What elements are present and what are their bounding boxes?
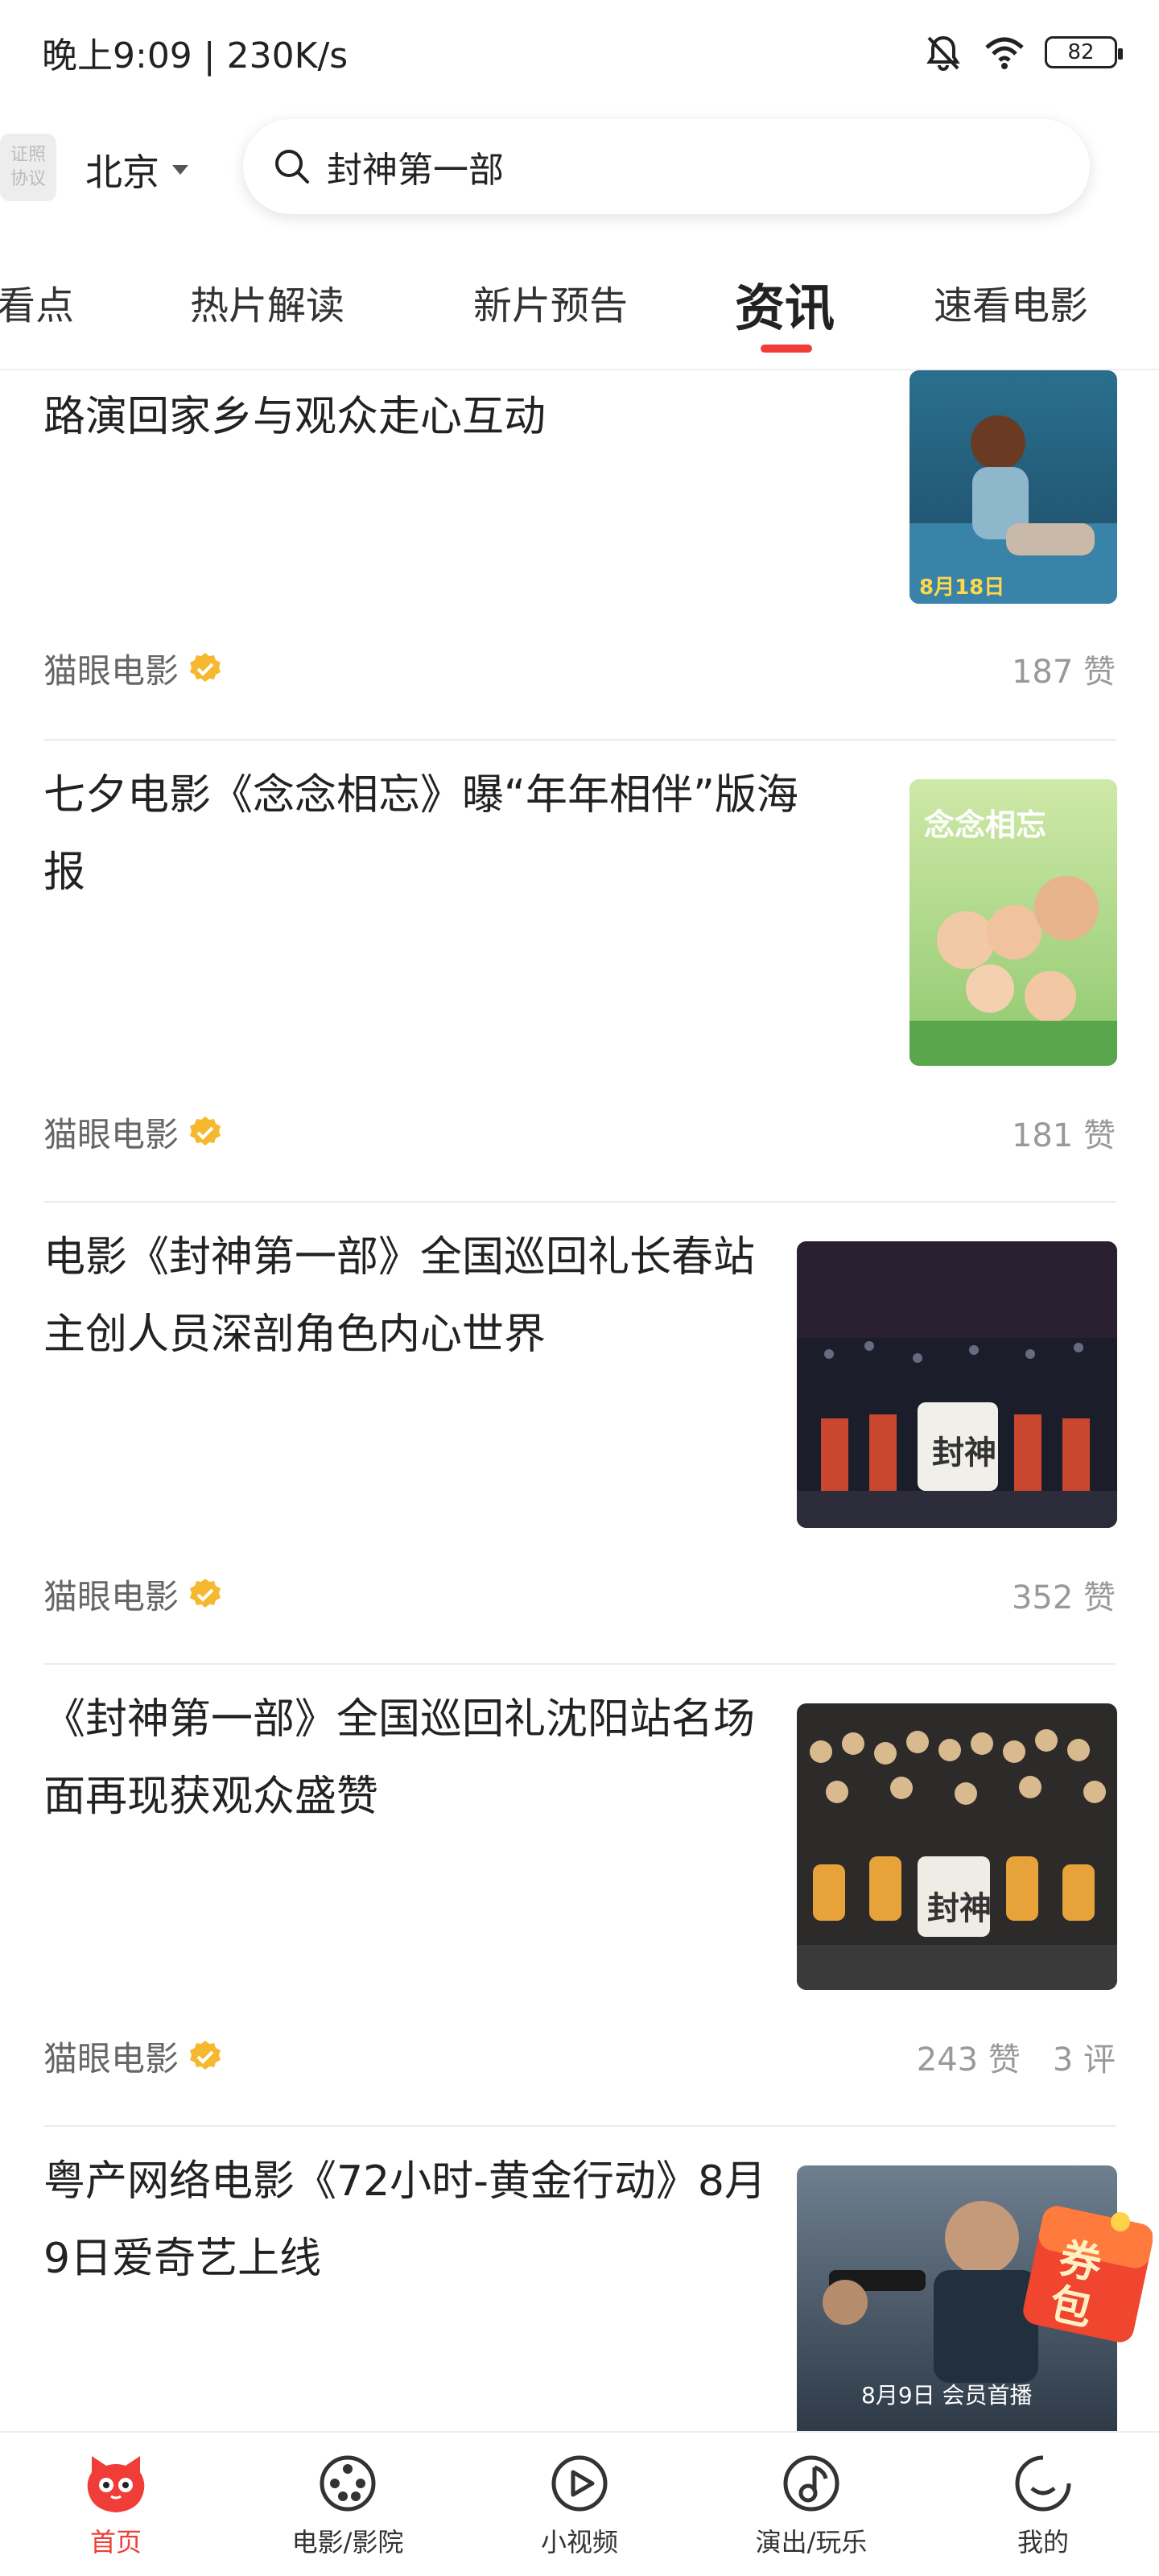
tab-new-trailers[interactable]: 新片预告 (473, 274, 628, 330)
active-tab-indicator (761, 345, 812, 353)
coupon-pack-button[interactable]: 券包 (1016, 2190, 1153, 2343)
source-name: 猫眼电影 (43, 2039, 179, 2079)
news-stats: 243 赞 3 评 (917, 2033, 1116, 2080)
nav-profile[interactable]: 我的 (927, 2433, 1159, 2576)
news-thumbnail: 8月18日 (909, 370, 1117, 604)
news-title: 路演回家乡与观众走心互动 (43, 393, 547, 441)
like-count: 243 赞 (916, 2041, 1021, 2079)
news-source: 猫眼电影 (43, 2032, 224, 2081)
cat-face-icon (87, 2456, 145, 2512)
like-count: 352 赞 (1011, 1579, 1116, 1616)
city-selector[interactable]: 北京 (85, 143, 188, 196)
badge-line-2: 协议 (10, 169, 46, 189)
news-feed[interactable]: 路演回家乡与观众走心互动 8月18日 猫眼电影 187 赞 七夕电影《念念相忘》… (0, 370, 1159, 2431)
news-thumbnail: 念念相忘 (909, 779, 1117, 1066)
search-header: 证照 协议 北京 封神第一部 (0, 105, 1159, 233)
license-agreement-badge[interactable]: 证照 协议 (0, 134, 56, 201)
city-name: 北京 (85, 151, 159, 194)
news-title: 七夕电影《念念相忘》曝“年年相伴”版海报 (43, 771, 798, 897)
nav-short-video[interactable]: 小视频 (464, 2433, 695, 2576)
list-item[interactable]: 《封神第一部》全国巡回礼沈阳站名场面再现获观众盛赞 封神 猫眼电影 243 赞 … (43, 1665, 1117, 2125)
nav-label: 首页 (89, 2527, 142, 2557)
profile-circle-icon (1015, 2455, 1071, 2512)
status-bar: 晚上9:09 | 230K/s 82 (0, 0, 1159, 105)
news-stats: 352 赞 (1012, 1571, 1116, 1618)
thumbnail-caption: 8月9日 会员首播 (861, 2382, 1033, 2409)
mute-bell-icon (926, 35, 960, 71)
nav-label: 演出/玩乐 (755, 2527, 868, 2557)
status-icons: 82 (922, 31, 1123, 73)
news-title: 《封神第一部》全国巡回礼沈阳站名场面再现获观众盛赞 (43, 1695, 756, 1821)
caret-down-icon (172, 165, 188, 175)
nav-home[interactable]: 首页 (0, 2433, 232, 2576)
nav-shows-entertainment[interactable]: 演出/玩乐 (695, 2433, 927, 2576)
verified-badge-icon (190, 2040, 221, 2070)
nav-label: 小视频 (540, 2527, 618, 2557)
source-name: 猫眼电影 (43, 1115, 179, 1154)
source-name: 猫眼电影 (43, 651, 179, 691)
film-reel-icon (320, 2455, 376, 2512)
list-item[interactable]: 电影《封神第一部》全国巡回礼长春站 主创人员深剖角色内心世界 封神 猫眼电影 3… (43, 1203, 1117, 1663)
news-title: 电影《封神第一部》全国巡回礼长春站 主创人员深剖角色内心世界 (43, 1233, 756, 1359)
nav-label: 我的 (1017, 2527, 1069, 2557)
news-thumbnail: 封神 (797, 1241, 1117, 1528)
search-query: 封神第一部 (327, 150, 504, 191)
tab-kandian[interactable]: 看点 (0, 274, 74, 330)
wifi-icon (985, 37, 1024, 69)
verified-badge-icon (190, 1116, 221, 1146)
like-count: 181 赞 (1011, 1117, 1116, 1154)
bottom-navigation: 首页 电影/影院 小视频 演出/玩乐 我的 (0, 2431, 1159, 2576)
thumbnail-caption: 封神 (932, 1435, 996, 1472)
verified-badge-icon (190, 1578, 221, 1608)
tab-quick-movies[interactable]: 速看电影 (934, 274, 1088, 330)
news-thumbnail: 封神 (797, 1703, 1117, 1990)
comment-count: 3 评 (1052, 2041, 1116, 2079)
news-source: 猫眼电影 (43, 644, 224, 693)
badge-line-1: 证照 (10, 145, 46, 165)
verified-badge-icon (190, 652, 221, 682)
news-source: 猫眼电影 (43, 1108, 224, 1157)
category-tabs: 看点 热片解读 新片预告 资讯 速看电影 (0, 242, 1159, 370)
music-note-icon (783, 2455, 839, 2512)
list-item[interactable]: 粤产网络电影《72小时-黄金行动》8月9日爱奇艺上线 8月9日 会员首播 (43, 2127, 1117, 2431)
source-name: 猫眼电影 (43, 1577, 179, 1616)
search-icon (275, 150, 309, 184)
play-circle-icon (551, 2455, 608, 2512)
thumbnail-caption: 封神 (927, 1890, 992, 1927)
search-input[interactable]: 封神第一部 (243, 119, 1090, 214)
list-item[interactable]: 路演回家乡与观众走心互动 8月18日 猫眼电影 187 赞 (43, 370, 1117, 741)
thumbnail-caption: 8月18日 (919, 576, 1005, 600)
like-count: 187 赞 (1011, 654, 1116, 691)
nav-movies-cinemas[interactable]: 电影/影院 (232, 2433, 464, 2576)
news-stats: 181 赞 (1012, 1109, 1116, 1156)
news-title: 粤产网络电影《72小时-黄金行动》8月9日爱奇艺上线 (43, 2157, 767, 2283)
status-time: 晚上9:09 | 230K/s (42, 35, 349, 76)
list-item[interactable]: 七夕电影《念念相忘》曝“年年相伴”版海报 念念相忘 猫眼电影 181 赞 (43, 741, 1117, 1201)
news-source: 猫眼电影 (43, 1570, 224, 1619)
battery-level: 82 (1067, 40, 1095, 64)
tab-news[interactable]: 资讯 (735, 267, 835, 340)
tab-hot-analysis[interactable]: 热片解读 (190, 274, 344, 330)
nav-label: 电影/影院 (291, 2527, 404, 2557)
thumbnail-caption: 念念相忘 (924, 807, 1047, 843)
news-stats: 187 赞 (1012, 646, 1116, 692)
battery-indicator: 82 (1045, 36, 1123, 68)
